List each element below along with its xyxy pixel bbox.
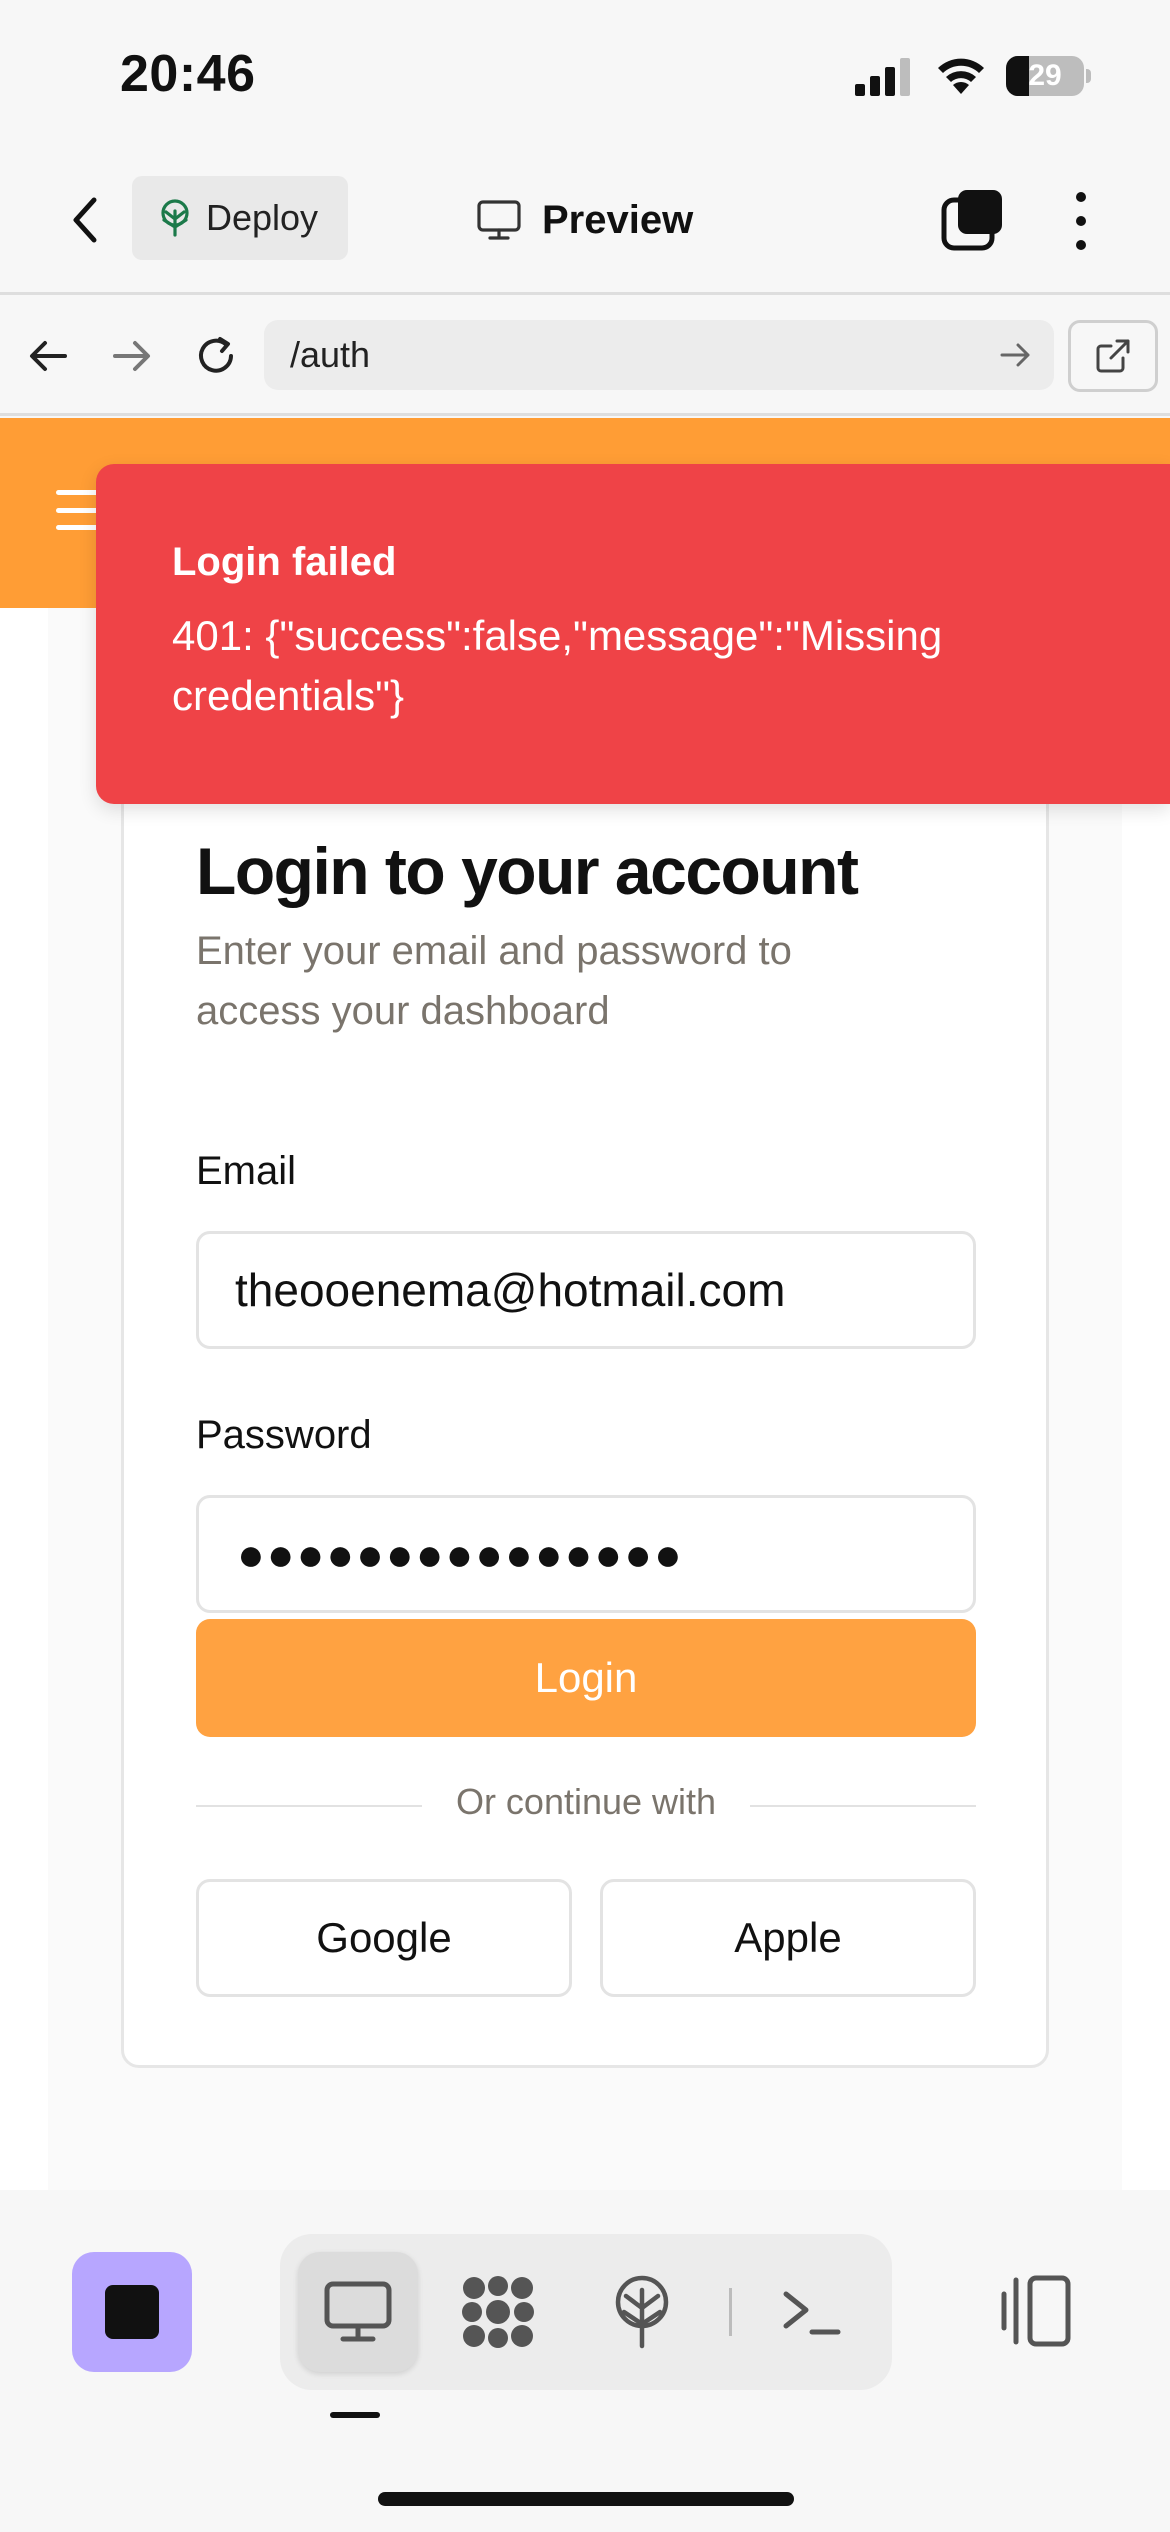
- email-value: theooenema@hotmail.com: [235, 1264, 786, 1316]
- password-field[interactable]: ●●●●●●●●●●●●●●●: [196, 1495, 976, 1613]
- apple-login-button[interactable]: Apple: [600, 1879, 976, 1997]
- apple-label: Apple: [734, 1914, 842, 1961]
- preview-tab[interactable]: [314, 2268, 402, 2356]
- view-switcher: [280, 2234, 892, 2390]
- login-button-label: Login: [534, 1654, 638, 1701]
- monitor-icon: [477, 200, 521, 240]
- cellular-signal-icon: [855, 58, 910, 96]
- status-time: 20:46: [120, 45, 256, 103]
- side-panel-icon[interactable]: [994, 2266, 1084, 2356]
- tabs-icon[interactable]: [938, 186, 1008, 256]
- preview-title: Preview: [476, 190, 693, 250]
- password-label: Password: [196, 1413, 372, 1457]
- go-arrow-icon[interactable]: [996, 336, 1034, 374]
- monitor-icon: [324, 2281, 392, 2342]
- terminal-tab[interactable]: [768, 2268, 856, 2356]
- preview-label: Preview: [542, 197, 694, 242]
- divider-text: Or continue with: [455, 1781, 717, 1822]
- tree-icon: [161, 199, 189, 237]
- bottom-toolbar: [0, 2190, 1170, 2532]
- login-subtitle: Enter your email and password to access …: [196, 929, 792, 1033]
- email-label: Email: [196, 1149, 297, 1193]
- more-options-button[interactable]: [1056, 186, 1106, 256]
- email-field[interactable]: theooenema@hotmail.com: [196, 1231, 976, 1349]
- terminal-icon: [783, 2291, 841, 2335]
- deploy-tab[interactable]: [598, 2268, 686, 2356]
- battery-level: 29: [1028, 59, 1062, 92]
- toast-message: 401: {"success":false,"message":"Missing…: [172, 612, 943, 719]
- apps-icon: [462, 2276, 534, 2348]
- external-link-icon: [1096, 339, 1130, 373]
- more-vertical-icon: [1076, 192, 1086, 202]
- browser-back-button[interactable]: [20, 328, 76, 384]
- apps-tab[interactable]: [454, 2268, 542, 2356]
- browser-toolbar: /auth: [0, 298, 1170, 416]
- reload-icon: [199, 337, 233, 373]
- divider-right: [750, 1805, 976, 1807]
- url-text: /auth: [290, 334, 371, 375]
- deploy-label: Deploy: [206, 197, 319, 238]
- battery-icon: 29: [1006, 56, 1091, 96]
- active-tab-indicator: [330, 2412, 380, 2418]
- status-bar: 20:46 29: [0, 0, 1170, 150]
- password-mask: ●●●●●●●●●●●●●●●: [237, 1528, 684, 1580]
- error-toast[interactable]: Login failed 401: {"success":false,"mess…: [96, 464, 1170, 804]
- stop-button[interactable]: [72, 2252, 192, 2372]
- login-card: Login to your account Enter your email a…: [121, 768, 1049, 2068]
- forward-arrow-icon: [113, 341, 150, 371]
- app-header: Deploy Preview: [0, 150, 1170, 295]
- login-title: Login to your account: [196, 834, 859, 908]
- back-arrow-icon: [30, 341, 67, 371]
- deploy-button[interactable]: Deploy: [132, 176, 348, 260]
- app-screen: 20:46 29 Deploy Preview /auth Login to y…: [0, 0, 1170, 2532]
- url-input[interactable]: /auth: [264, 320, 1054, 390]
- open-external-button[interactable]: [1068, 320, 1158, 392]
- browser-forward-button[interactable]: [104, 328, 160, 384]
- wifi-icon: [938, 58, 984, 94]
- reload-button[interactable]: [188, 328, 244, 384]
- toast-title: Login failed: [172, 540, 397, 584]
- deploy-icon: [615, 2275, 669, 2349]
- back-button[interactable]: [58, 190, 114, 250]
- google-label: Google: [316, 1914, 452, 1961]
- home-indicator: [378, 2492, 794, 2506]
- login-button[interactable]: Login: [196, 1619, 976, 1737]
- stop-icon: [105, 2285, 159, 2339]
- chevron-left-icon: [73, 197, 97, 243]
- google-login-button[interactable]: Google: [196, 1879, 572, 1997]
- segment-separator: [729, 2288, 732, 2336]
